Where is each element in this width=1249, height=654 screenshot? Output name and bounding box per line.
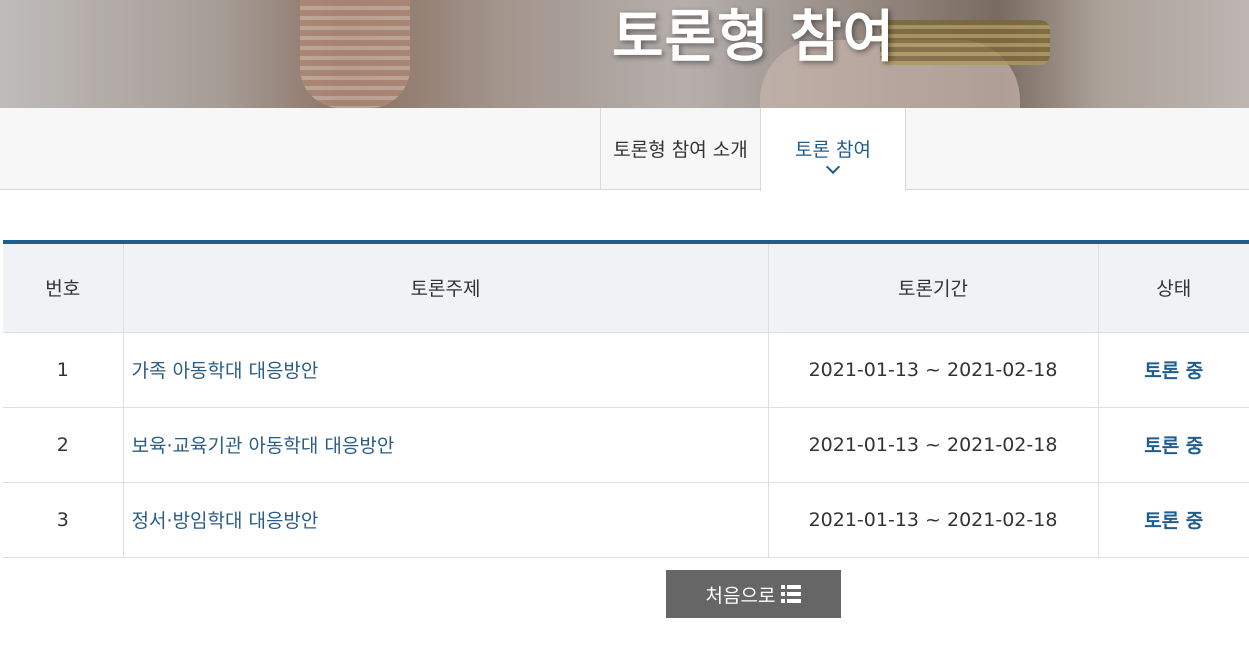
row-period: 2021-01-13 ~ 2021-02-18 [768,407,1099,483]
row-status: 토론 중 [1098,332,1249,408]
back-to-first-button[interactable]: 처음으로 [666,570,841,618]
row-topic-link[interactable]: 정서·방임학대 대응방안 [123,482,769,558]
row-period: 2021-01-13 ~ 2021-02-18 [768,482,1099,558]
list-icon [781,585,802,603]
row-number: 3 [3,482,124,558]
sub-tab-bar: 토론형 참여 소개 토론 참여 [0,108,1249,191]
table-header-row: 번호 토론주제 토론기간 상태 [3,244,1249,333]
header-topic: 토론주제 [123,244,769,333]
row-status: 토론 중 [1098,482,1249,558]
page-title: 토론형 참여 [612,5,896,70]
row-number: 1 [3,332,124,408]
tab-label: 토론 참여 [795,139,871,161]
tab-discussion-join[interactable]: 토론 참여 [760,108,906,191]
tab-label: 토론형 참여 소개 [613,139,748,161]
chevron-down-icon [825,159,841,175]
discussion-table: 번호 토론주제 토론기간 상태 1 가족 아동학대 대응방안 2021-01-1… [3,240,1249,558]
table-row: 1 가족 아동학대 대응방안 2021-01-13 ~ 2021-02-18 토… [3,332,1249,408]
tab-discussion-intro[interactable]: 토론형 참여 소개 [600,108,761,190]
first-button-label: 처음으로 [705,584,776,607]
row-period: 2021-01-13 ~ 2021-02-18 [768,332,1099,408]
row-status: 토론 중 [1098,407,1249,483]
header-status: 상태 [1098,244,1249,333]
row-number: 2 [3,407,124,483]
header-number: 번호 [3,244,124,333]
table-row: 3 정서·방임학대 대응방안 2021-01-13 ~ 2021-02-18 토… [3,482,1249,558]
header-period: 토론기간 [768,244,1099,333]
row-topic-link[interactable]: 가족 아동학대 대응방안 [123,332,769,408]
hero-banner: 토론형 참여 [0,0,1249,108]
row-topic-link[interactable]: 보육·교육기관 아동학대 대응방안 [123,407,769,483]
table-row: 2 보육·교육기관 아동학대 대응방안 2021-01-13 ~ 2021-02… [3,407,1249,483]
